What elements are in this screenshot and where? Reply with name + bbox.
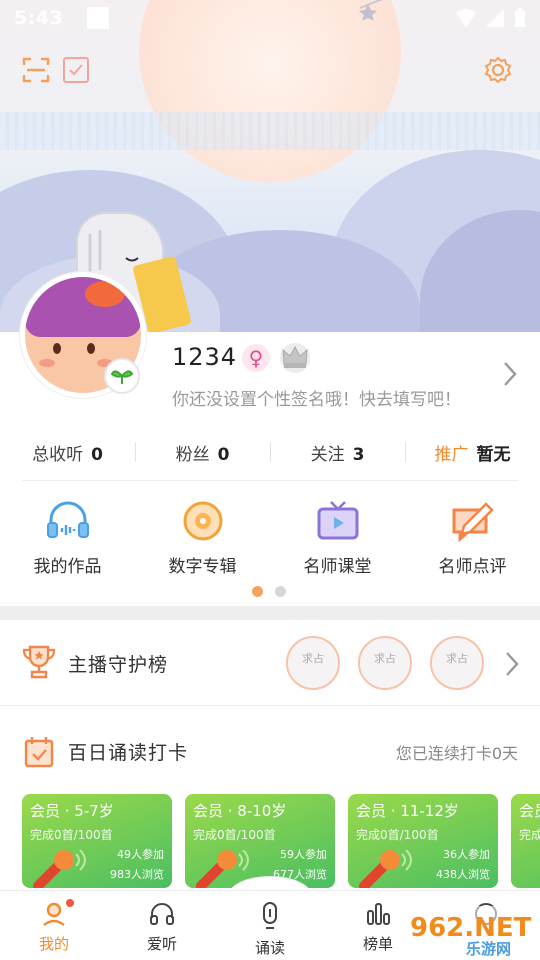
stat-listens[interactable]: 总收听 0: [0, 440, 135, 465]
signal-icon: [486, 9, 504, 27]
card-title: 会员 · 8-10岁: [193, 802, 287, 820]
stat-label: 推广: [434, 444, 469, 465]
feature-label: 数字专辑: [168, 557, 237, 577]
guardian-slot-label: 求占: [446, 652, 468, 665]
page-dot[interactable]: [275, 586, 286, 597]
feature-my-works[interactable]: 我的作品: [0, 500, 135, 584]
guardian-slot[interactable]: 求占: [286, 636, 340, 690]
microphone-icon: [33, 850, 86, 888]
card-progress: 完成0首/100首: [30, 828, 113, 842]
card-title: 会员 · 5-7岁: [30, 802, 114, 820]
card-participants: 36人参加: [443, 848, 490, 861]
stat-value: 0: [91, 444, 103, 465]
username: 1234: [172, 343, 238, 371]
chevron-right-icon[interactable]: [502, 650, 522, 678]
nav-my[interactable]: 我的: [0, 891, 108, 960]
microphone-icon: [359, 850, 412, 888]
stat-following[interactable]: 关注 3: [270, 440, 405, 465]
checkin-card[interactable]: 会员 · 8-10岁 完成0首/100首 59人参加 677人浏览: [185, 794, 335, 888]
checkin-card[interactable]: 会员 · 11-12岁 完成0首/100首 36人参加 438人浏览: [348, 794, 498, 888]
headphones-icon: [150, 903, 174, 925]
checkin-streak[interactable]: 您已连续打卡0天: [396, 740, 518, 764]
scan-icon[interactable]: [22, 56, 50, 84]
checkin-title: 百日诵读打卡: [68, 742, 189, 764]
card-progress: 完成0首/100首: [193, 828, 276, 842]
stat-fans[interactable]: 粉丝 0: [135, 440, 270, 465]
guardian-ranking-row[interactable]: 主播守护榜 求占 求占 求占: [0, 620, 540, 706]
sprout-badge-icon: [104, 358, 140, 394]
nav-recite[interactable]: 诵读: [216, 891, 324, 960]
gear-icon[interactable]: [484, 56, 512, 84]
card-participants: 49人参加: [117, 848, 164, 861]
card-participants: 59人参加: [280, 848, 327, 861]
stat-value: 0: [217, 444, 230, 465]
stat-promotion[interactable]: 推广 暂无: [405, 440, 540, 465]
card-progress: 完成0首/100首: [356, 828, 439, 842]
tv-icon: [317, 501, 358, 540]
wifi-icon: [456, 9, 476, 27]
watermark-text: 962.NET: [410, 913, 532, 943]
card-views: 983人浏览: [110, 868, 164, 881]
checkin-icon[interactable]: [62, 56, 90, 84]
checkin-card[interactable]: 会员 完成: [511, 794, 540, 888]
guardian-slot-label: 求占: [302, 652, 324, 665]
female-gender-icon: ♀: [242, 344, 270, 372]
ranking-icon: [367, 903, 390, 925]
battery-icon: [515, 8, 525, 27]
guardian-title: 主播守护榜: [68, 654, 169, 676]
site-watermark-logo: 962.NET 乐游网: [404, 906, 540, 958]
divider: [22, 480, 518, 481]
feature-master-review[interactable]: 名师点评: [405, 500, 540, 584]
stat-value: 3: [352, 444, 365, 465]
nav-label: 爱听: [146, 935, 177, 953]
guardian-slot[interactable]: 求占: [430, 636, 484, 690]
nav-love-listen[interactable]: 爱听: [108, 891, 216, 960]
trophy-icon: [22, 645, 56, 679]
headphones-icon: [46, 501, 89, 538]
sky-band: [0, 112, 540, 150]
status-bar: 5:43: [0, 0, 540, 36]
feature-digital-album[interactable]: 数字专辑: [135, 500, 270, 584]
comment-edit-icon: [452, 502, 494, 542]
watermark-subtext: 乐游网: [466, 940, 511, 958]
nav-label: 诵读: [254, 939, 285, 957]
card-title: 会员: [519, 802, 540, 820]
page-dot-active[interactable]: [252, 586, 263, 597]
feature-grid: 我的作品 数字专辑 名师课堂 名师点评: [0, 500, 540, 584]
signature-placeholder[interactable]: 你还没设置个性签名哦！快去填写吧！: [172, 385, 461, 410]
feature-master-class[interactable]: 名师课堂: [270, 500, 405, 584]
status-time: 5:43: [14, 7, 64, 29]
card-views: 438人浏览: [436, 868, 490, 881]
page-indicator: [252, 586, 286, 597]
stat-label: 粉丝: [175, 444, 210, 465]
calendar-check-icon: [24, 737, 54, 768]
feature-label: 我的作品: [33, 557, 102, 577]
checkin-card[interactable]: 会员 · 5-7岁 完成0首/100首 49人参加 983人浏览: [22, 794, 172, 888]
guardian-slot[interactable]: 求占: [358, 636, 412, 690]
disc-icon: [183, 501, 222, 541]
card-progress: 完成: [519, 828, 540, 842]
stat-label: 关注: [310, 444, 345, 465]
guardian-slot-label: 求占: [374, 652, 396, 665]
feature-label: 名师点评: [438, 557, 507, 577]
stats-row: 总收听 0 粉丝 0 关注 3 推广 暂无: [0, 428, 540, 476]
crown-icon: [280, 343, 310, 373]
microphone-icon: [263, 902, 277, 929]
notification-icon: [87, 7, 110, 29]
nav-label: 我的: [38, 935, 69, 953]
feature-label: 名师课堂: [303, 557, 372, 577]
checkin-section: 百日诵读打卡 您已连续打卡0天: [0, 706, 540, 792]
notification-dot: [66, 899, 74, 907]
person-icon: [43, 902, 65, 926]
card-title: 会员 · 11-12岁: [356, 802, 459, 820]
checkin-card-list[interactable]: 会员 · 5-7岁 完成0首/100首 49人参加 983人浏览 会员 · 8-…: [22, 794, 540, 890]
stat-value: 暂无: [476, 444, 511, 465]
chevron-right-icon[interactable]: [500, 360, 520, 388]
stat-label: 总收听: [32, 444, 84, 465]
section-divider: [0, 606, 540, 620]
